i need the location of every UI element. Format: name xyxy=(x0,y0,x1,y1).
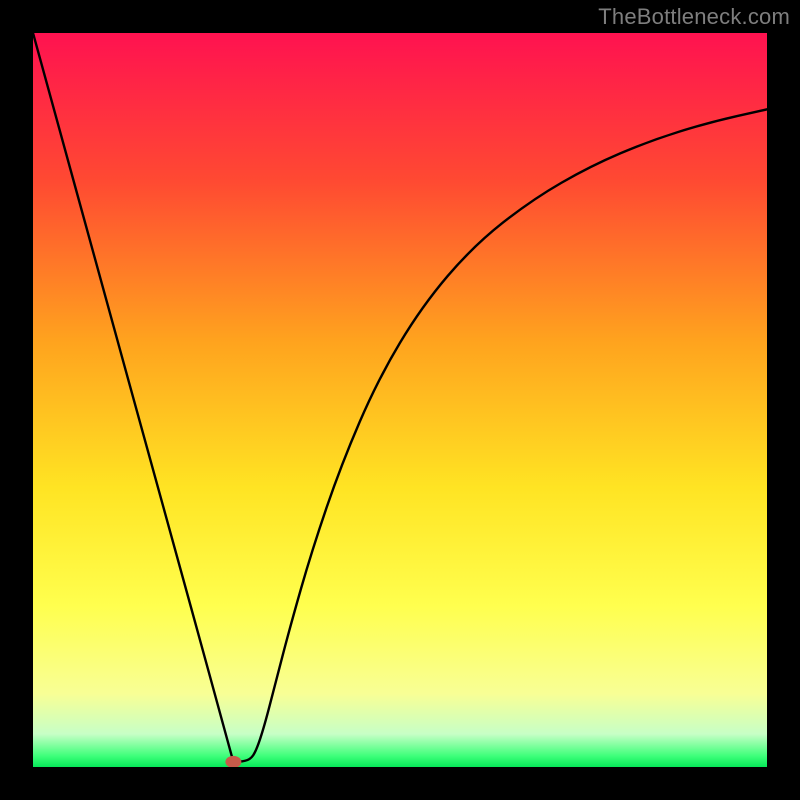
bottleneck-chart xyxy=(33,33,767,767)
chart-frame xyxy=(33,33,767,767)
watermark-text: TheBottleneck.com xyxy=(598,4,790,30)
gradient-background xyxy=(33,33,767,767)
